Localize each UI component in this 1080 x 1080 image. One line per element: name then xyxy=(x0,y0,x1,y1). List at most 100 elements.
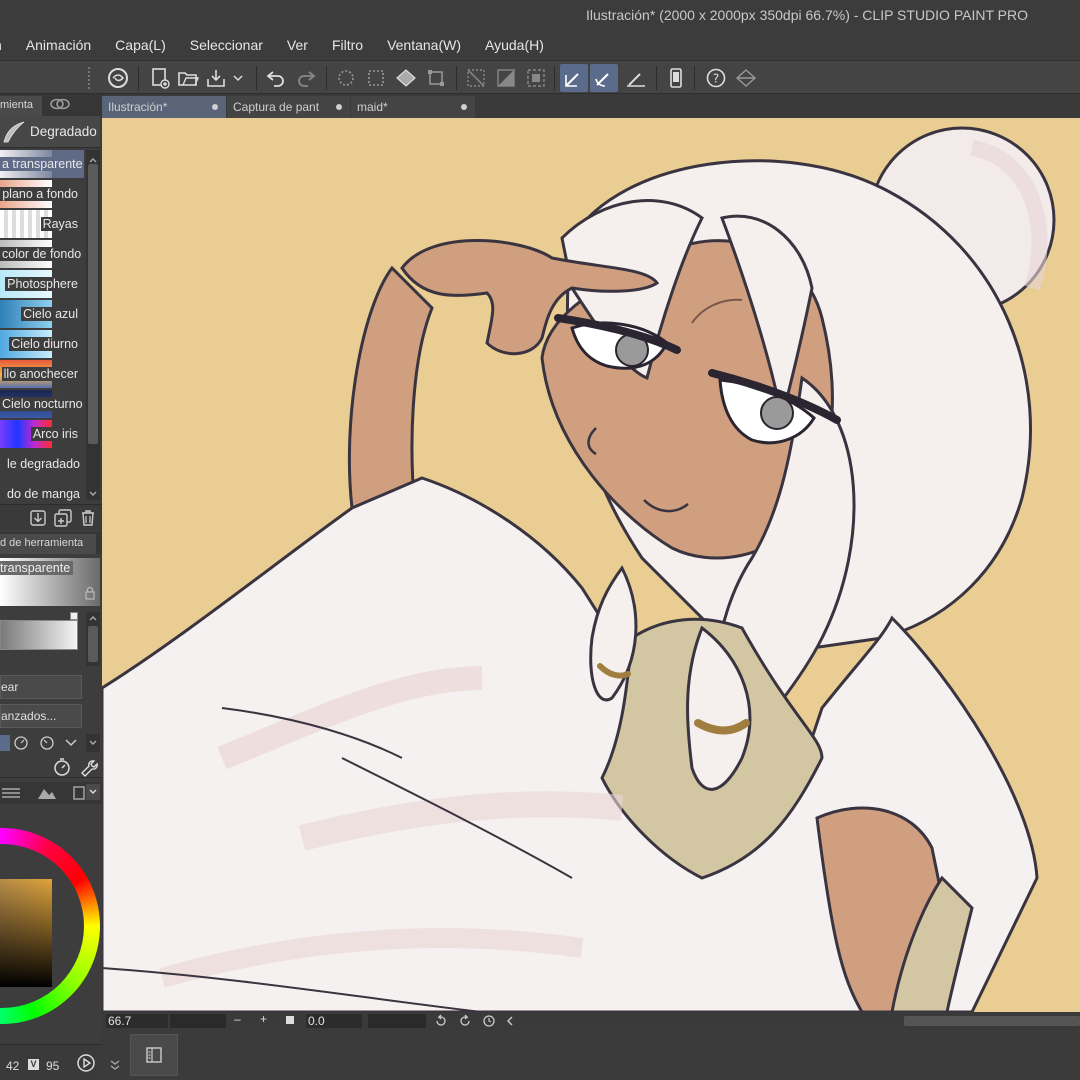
chevron-down-icon[interactable] xyxy=(228,64,248,92)
clip-studio-icon[interactable] xyxy=(104,64,132,92)
grip-handle[interactable] xyxy=(88,67,94,89)
link-icon[interactable] xyxy=(46,94,74,114)
redo-icon[interactable] xyxy=(292,64,320,92)
tab-document-illustration[interactable]: Ilustración* xyxy=(102,96,226,118)
menu-item-select[interactable]: Seleccionar xyxy=(178,37,275,53)
lock-icon[interactable] xyxy=(84,586,96,600)
zoom-out-icon[interactable]: – xyxy=(234,1012,241,1026)
scroll-up-icon[interactable] xyxy=(88,152,98,163)
gradient-item[interactable]: Photosphere xyxy=(0,270,84,298)
rotate-left-icon[interactable] xyxy=(434,1014,448,1028)
tab-sub-tool[interactable]: mienta xyxy=(0,96,42,116)
drawing-canvas[interactable] xyxy=(102,118,1080,1012)
fill-icon[interactable] xyxy=(392,64,420,92)
undo-icon[interactable] xyxy=(262,64,290,92)
close-icon[interactable] xyxy=(461,104,467,110)
snap-to-special-ruler-icon[interactable] xyxy=(590,64,618,92)
menu-item-animation[interactable]: Animación xyxy=(14,37,103,53)
menu-item-help[interactable]: Ayuda(H) xyxy=(473,37,556,53)
smartphone-icon[interactable] xyxy=(662,64,690,92)
gradient-item[interactable]: Cielo azul xyxy=(0,300,84,328)
duplicate-icon[interactable] xyxy=(53,508,73,528)
scroll-up-icon[interactable] xyxy=(88,613,98,623)
gradient-item[interactable]: a transparente xyxy=(0,150,84,178)
rotate-right-icon[interactable] xyxy=(458,1014,472,1028)
double-chevron-down-icon[interactable] xyxy=(108,1058,122,1072)
open-folder-icon[interactable] xyxy=(174,64,202,92)
import-icon[interactable] xyxy=(28,508,48,528)
gradient-item[interactable]: plano a fondo xyxy=(0,180,84,208)
scroll-thumb[interactable] xyxy=(88,164,98,444)
close-icon[interactable] xyxy=(212,104,218,110)
scroll-down-icon[interactable] xyxy=(88,486,98,496)
tab-document-maid[interactable]: maid* xyxy=(351,96,475,118)
chevron-left-icon[interactable] xyxy=(504,1015,516,1027)
wrench-icon[interactable] xyxy=(78,757,98,777)
zoom-field[interactable]: 66.7 xyxy=(106,1014,168,1028)
zoom-slider[interactable] xyxy=(170,1014,226,1028)
play-circle-icon[interactable] xyxy=(76,1053,96,1073)
create-button[interactable]: ear xyxy=(0,675,82,699)
invert-selection-icon[interactable] xyxy=(492,64,520,92)
snap-to-grid-icon[interactable] xyxy=(622,64,650,92)
snap-to-ruler-icon[interactable] xyxy=(560,64,588,92)
tab-tool-property[interactable]: d de herramienta xyxy=(0,534,96,554)
zoom-in-icon[interactable]: + xyxy=(260,1012,267,1026)
transform-icon[interactable] xyxy=(422,64,450,92)
menu-item-view[interactable]: Ver xyxy=(275,37,320,53)
menu-item-filter[interactable]: Filtro xyxy=(320,37,375,53)
color-wheel-tab-icon[interactable] xyxy=(36,785,58,801)
circle-target-icon[interactable] xyxy=(38,735,56,751)
chevron-down-icon[interactable] xyxy=(64,737,78,749)
gradient-item[interactable]: llo anochecer xyxy=(0,360,84,388)
canvas-status-bar: 66.7 – + 0.0 xyxy=(102,1012,1080,1030)
gradient-item[interactable]: Cielo nocturno xyxy=(0,390,84,418)
menu-item-layer[interactable]: Capa(L) xyxy=(103,37,178,53)
gradient-scrollbar[interactable] xyxy=(86,150,100,500)
reset-rotation-icon[interactable] xyxy=(482,1014,496,1028)
advanced-settings-button[interactable]: anzados... xyxy=(0,704,82,728)
clear-outside-selection-icon[interactable] xyxy=(362,64,390,92)
color-slider-icon[interactable] xyxy=(0,785,24,801)
color-set-icon[interactable] xyxy=(72,785,86,801)
stopwatch-icon[interactable] xyxy=(52,757,72,777)
property-scrollbar[interactable] xyxy=(86,612,100,666)
color-wheel[interactable] xyxy=(0,804,102,1044)
menu-item-window[interactable]: Ventana(W) xyxy=(375,37,473,53)
command-bar: ? xyxy=(0,60,1080,94)
save-icon[interactable] xyxy=(202,64,230,92)
horizontal-scrollbar[interactable] xyxy=(904,1016,1080,1026)
gradient-item[interactable]: le degradado xyxy=(0,450,84,478)
brush-size-value: 42 xyxy=(6,1059,20,1073)
show-selection-area-icon[interactable] xyxy=(522,64,550,92)
gradient-item[interactable]: do de manga xyxy=(0,480,84,502)
gradient-item[interactable]: color de fondo xyxy=(0,240,84,268)
clear-icon[interactable] xyxy=(332,64,360,92)
mode-button-active[interactable] xyxy=(0,735,10,751)
new-file-icon[interactable] xyxy=(146,64,174,92)
color-stop-handle[interactable] xyxy=(70,612,78,620)
fit-to-window-icon[interactable] xyxy=(286,1016,294,1024)
tab-document-screenshot[interactable]: Captura de pant xyxy=(227,96,350,118)
gradient-edit-bar[interactable] xyxy=(0,612,84,662)
clip-studio-assets-icon[interactable] xyxy=(732,64,760,92)
trash-icon[interactable] xyxy=(78,508,98,528)
help-icon[interactable]: ? xyxy=(702,64,730,92)
gradient-item[interactable]: Cielo diurno xyxy=(0,330,84,358)
gradient-set-header[interactable]: Degradado xyxy=(0,116,100,148)
panel-menu-icon[interactable] xyxy=(88,787,98,797)
opacity-icon: V xyxy=(28,1059,39,1070)
gradient-item[interactable]: Rayas xyxy=(0,210,84,238)
gradient-preview[interactable]: transparente xyxy=(0,558,100,606)
gradient-item[interactable]: Arco iris xyxy=(0,420,84,448)
saturation-value-square[interactable] xyxy=(0,879,52,987)
deselect-icon[interactable] xyxy=(462,64,490,92)
scroll-down-icon[interactable] xyxy=(88,738,98,748)
character-illustration xyxy=(102,126,1056,1012)
panel-toggle-button[interactable] xyxy=(130,1034,178,1076)
circle-target-icon[interactable] xyxy=(12,735,30,751)
rotation-field[interactable]: 0.0 xyxy=(306,1014,362,1028)
close-icon[interactable] xyxy=(336,104,342,110)
rotation-slider[interactable] xyxy=(368,1014,426,1028)
menu-item-edit[interactable]: n xyxy=(0,37,14,53)
